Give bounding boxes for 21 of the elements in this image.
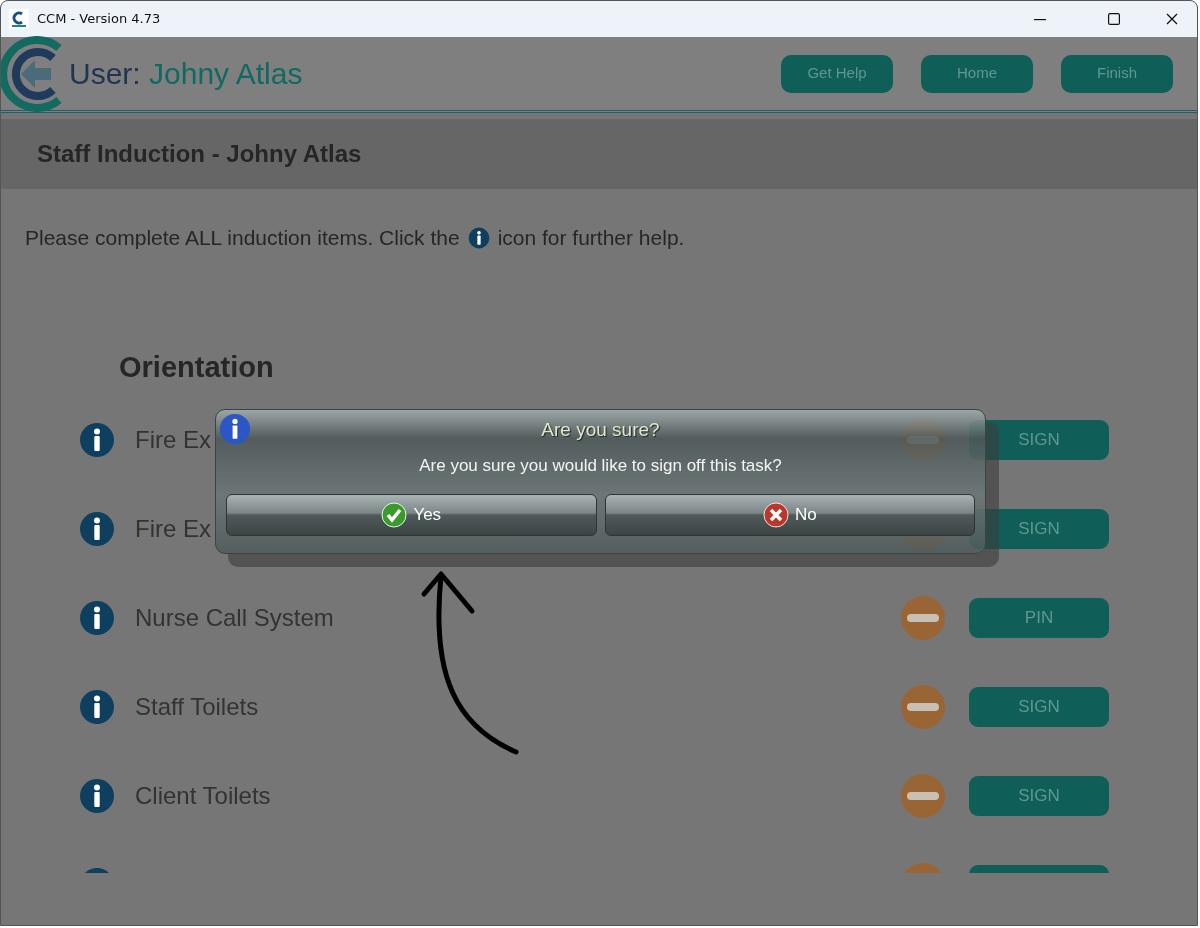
no-button[interactable]: No [604,494,975,536]
user-name: User: Johny Atlas [69,56,303,92]
window-title: CCM - Version 4.73 [37,10,162,29]
item-label: Nurse Call System [135,602,334,633]
item-label: Staff Toilets [135,691,259,722]
yes-button[interactable]: Yes [226,494,597,536]
section-title: Staff Induction - Johny Atlas [37,139,362,169]
header-button[interactable]: Home [921,54,1033,93]
header-button[interactable]: Get Help [781,54,893,93]
dialog-title: Are you sure? [541,418,660,442]
instruction-text: Please complete ALL induction items. Click the [25,225,460,251]
sign-button[interactable]: SIGN [969,775,1109,816]
sign-button[interactable]: SIGN [969,686,1109,727]
header-button[interactable]: Finish [1061,54,1173,93]
instruction-text: icon for further help. [497,225,685,251]
group-heading: Orientation [119,349,275,385]
item-label: Fire Ex [135,513,211,544]
sign-button[interactable]: PIN [969,597,1109,638]
item-label: Fire Ex [135,424,211,455]
dialog-message: Are you sure you would like to sign off this task? [419,454,782,477]
item-label: Client Toilets [135,780,271,811]
